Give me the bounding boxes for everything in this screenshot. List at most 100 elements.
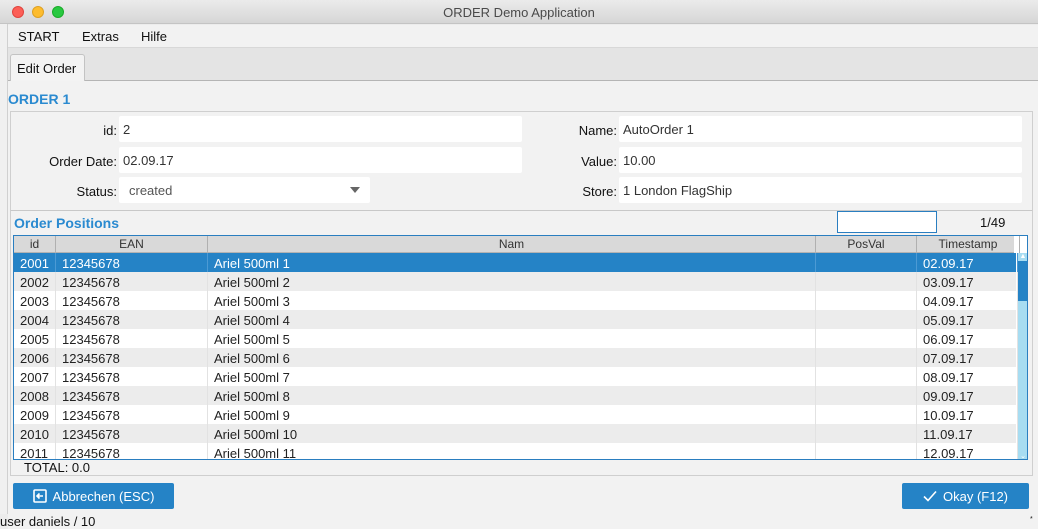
column-header-id[interactable]: id	[14, 236, 56, 253]
cell-id: 2009	[14, 405, 56, 424]
cell-name: Ariel 500ml 11	[208, 443, 816, 459]
column-header-ean[interactable]: EAN	[56, 236, 208, 253]
store-label: Store:	[582, 184, 617, 199]
cell-ean: 12345678	[56, 253, 208, 272]
positions-title: Order Positions	[14, 215, 120, 231]
cell-name: Ariel 500ml 1	[208, 253, 816, 272]
table-row[interactable]: 2009 12345678 Ariel 500ml 9 10.09.17	[14, 405, 1018, 424]
order-title: ORDER 1	[8, 91, 71, 107]
window-title: ORDER Demo Application	[443, 5, 595, 20]
cell-posval	[816, 329, 917, 348]
table-row[interactable]: 2003 12345678 Ariel 500ml 3 04.09.17	[14, 291, 1018, 310]
value-field[interactable]: 10.00	[619, 147, 1022, 173]
cell-ean: 12345678	[56, 329, 208, 348]
status-value: created	[129, 183, 173, 198]
cell-ean: 12345678	[56, 291, 208, 310]
menu-bar: START Extras Hilfe	[8, 25, 1038, 48]
table-row[interactable]: 2005 12345678 Ariel 500ml 5 06.09.17	[14, 329, 1018, 348]
tab-edit-order[interactable]: Edit Order	[10, 54, 85, 82]
cell-posval	[816, 253, 917, 272]
column-header-timestamp[interactable]: Timestamp	[917, 236, 1020, 253]
cell-posval	[816, 405, 917, 424]
cell-ean: 12345678	[56, 405, 208, 424]
cell-name: Ariel 500ml 3	[208, 291, 816, 310]
cell-timestamp: 07.09.17	[917, 348, 1018, 367]
table-row[interactable]: 2002 12345678 Ariel 500ml 2 03.09.17	[14, 272, 1018, 291]
cell-name: Ariel 500ml 5	[208, 329, 816, 348]
cell-posval	[816, 443, 917, 459]
cell-timestamp: 10.09.17	[917, 405, 1018, 424]
table-row[interactable]: 2007 12345678 Ariel 500ml 7 08.09.17	[14, 367, 1018, 386]
table-row[interactable]: 2001 12345678 Ariel 500ml 1 02.09.17	[14, 253, 1018, 272]
edit-order-panel: ORDER 1 id: 2 Order Date: 02.09.17 Statu…	[8, 81, 1038, 529]
table-row[interactable]: 2011 12345678 Ariel 500ml 11 12.09.17	[14, 443, 1018, 459]
positions-filter-input[interactable]	[837, 211, 937, 233]
cell-name: Ariel 500ml 9	[208, 405, 816, 424]
scrollbar-thumb[interactable]	[1018, 261, 1027, 301]
cell-ean: 12345678	[56, 443, 208, 459]
store-field[interactable]: 1 London FlagShip	[619, 177, 1022, 203]
cell-posval	[816, 272, 917, 291]
cell-posval	[816, 348, 917, 367]
ok-button[interactable]: Okay (F12)	[902, 483, 1029, 509]
column-header-name[interactable]: Nam	[208, 236, 816, 253]
cell-timestamp: 12.09.17	[917, 443, 1018, 459]
cell-id: 2004	[14, 310, 56, 329]
menu-start[interactable]: START	[18, 29, 59, 44]
cell-id: 2001	[14, 253, 56, 272]
name-field[interactable]: AutoOrder 1	[619, 116, 1022, 142]
cell-timestamp: 03.09.17	[917, 272, 1018, 291]
cell-posval	[816, 424, 917, 443]
cell-id: 2010	[14, 424, 56, 443]
cell-timestamp: 05.09.17	[917, 310, 1018, 329]
cell-id: 2006	[14, 348, 56, 367]
cell-posval	[816, 367, 917, 386]
ok-button-label: Okay (F12)	[942, 489, 1008, 504]
cell-id: 2007	[14, 367, 56, 386]
cell-timestamp: 11.09.17	[917, 424, 1018, 443]
scroll-down-icon[interactable]: ⌄	[1018, 453, 1027, 459]
order-form: id: 2 Order Date: 02.09.17 Status: creat…	[10, 111, 1033, 211]
table-scrollbar[interactable]: ▲ ⌄	[1018, 253, 1027, 459]
cell-posval	[816, 310, 917, 329]
cancel-button-label: Abbrechen (ESC)	[52, 489, 155, 504]
title-bar: ORDER Demo Application	[0, 0, 1038, 24]
cell-ean: 12345678	[56, 272, 208, 291]
table-row[interactable]: 2010 12345678 Ariel 500ml 10 11.09.17	[14, 424, 1018, 443]
cell-ean: 12345678	[56, 348, 208, 367]
status-label: Status:	[76, 184, 117, 199]
id-label: id:	[103, 123, 117, 138]
menu-hilfe[interactable]: Hilfe	[141, 29, 167, 44]
cell-ean: 12345678	[56, 386, 208, 405]
order-date-label: Order Date:	[49, 154, 117, 169]
cell-id: 2008	[14, 386, 56, 405]
checkmark-icon	[923, 490, 937, 505]
cell-name: Ariel 500ml 4	[208, 310, 816, 329]
cell-name: Ariel 500ml 8	[208, 386, 816, 405]
scroll-up-icon[interactable]: ▲	[1018, 253, 1027, 261]
cell-posval	[816, 291, 917, 310]
id-field[interactable]: 2	[119, 116, 522, 142]
table-row[interactable]: 2008 12345678 Ariel 500ml 8 09.09.17	[14, 386, 1018, 405]
status-select[interactable]: created	[119, 177, 370, 203]
cell-ean: 12345678	[56, 424, 208, 443]
cancel-button[interactable]: Abbrechen (ESC)	[13, 483, 174, 509]
status-bar-text: user daniels / 10	[0, 514, 96, 529]
column-header-posval[interactable]: PosVal	[816, 236, 917, 253]
order-date-field[interactable]: 02.09.17	[119, 147, 522, 173]
tab-bar: Edit Order	[8, 48, 1038, 82]
menu-extras[interactable]: Extras	[82, 29, 119, 44]
cell-id: 2005	[14, 329, 56, 348]
table-row[interactable]: 2006 12345678 Ariel 500ml 6 07.09.17	[14, 348, 1018, 367]
chevron-down-icon	[350, 187, 360, 193]
cell-name: Ariel 500ml 10	[208, 424, 816, 443]
cell-timestamp: 09.09.17	[917, 386, 1018, 405]
window-edge	[0, 24, 8, 514]
cell-id: 2002	[14, 272, 56, 291]
table-row[interactable]: 2004 12345678 Ariel 500ml 4 05.09.17	[14, 310, 1018, 329]
cell-ean: 12345678	[56, 367, 208, 386]
page-count: 1/49	[980, 215, 1006, 230]
cell-name: Ariel 500ml 2	[208, 272, 816, 291]
cell-timestamp: 04.09.17	[917, 291, 1018, 310]
cell-posval	[816, 386, 917, 405]
